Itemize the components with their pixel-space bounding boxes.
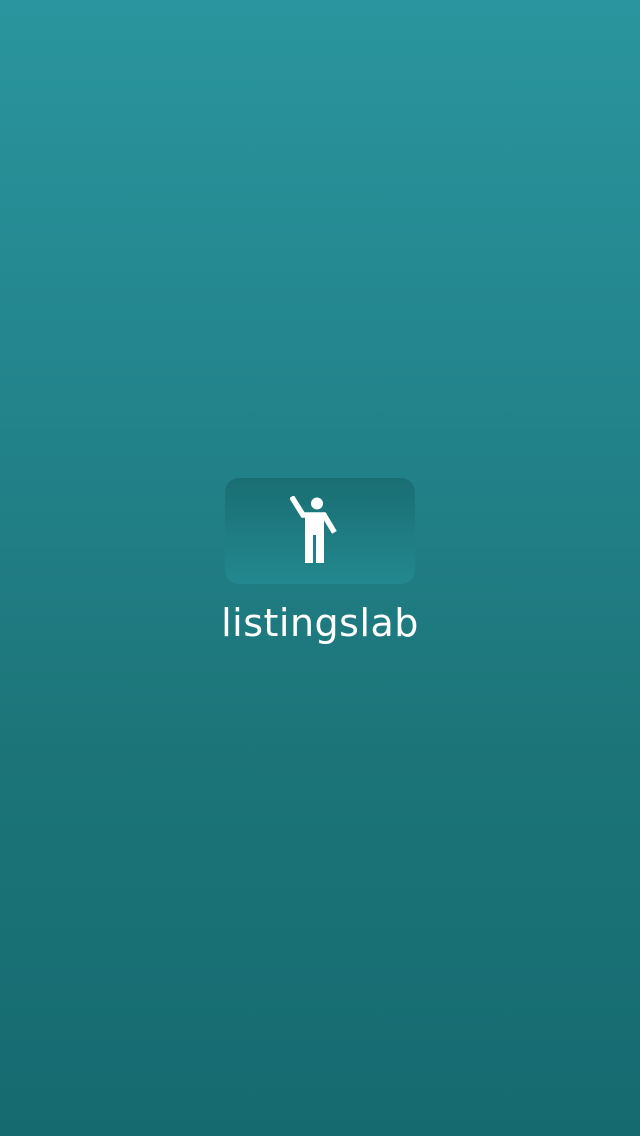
logo-group: listingslab xyxy=(0,478,640,646)
person-waving-icon xyxy=(290,496,337,563)
brand-name: listingslab xyxy=(221,601,419,645)
splash-screen: listingslab xyxy=(0,0,640,1136)
app-logo xyxy=(225,478,415,584)
